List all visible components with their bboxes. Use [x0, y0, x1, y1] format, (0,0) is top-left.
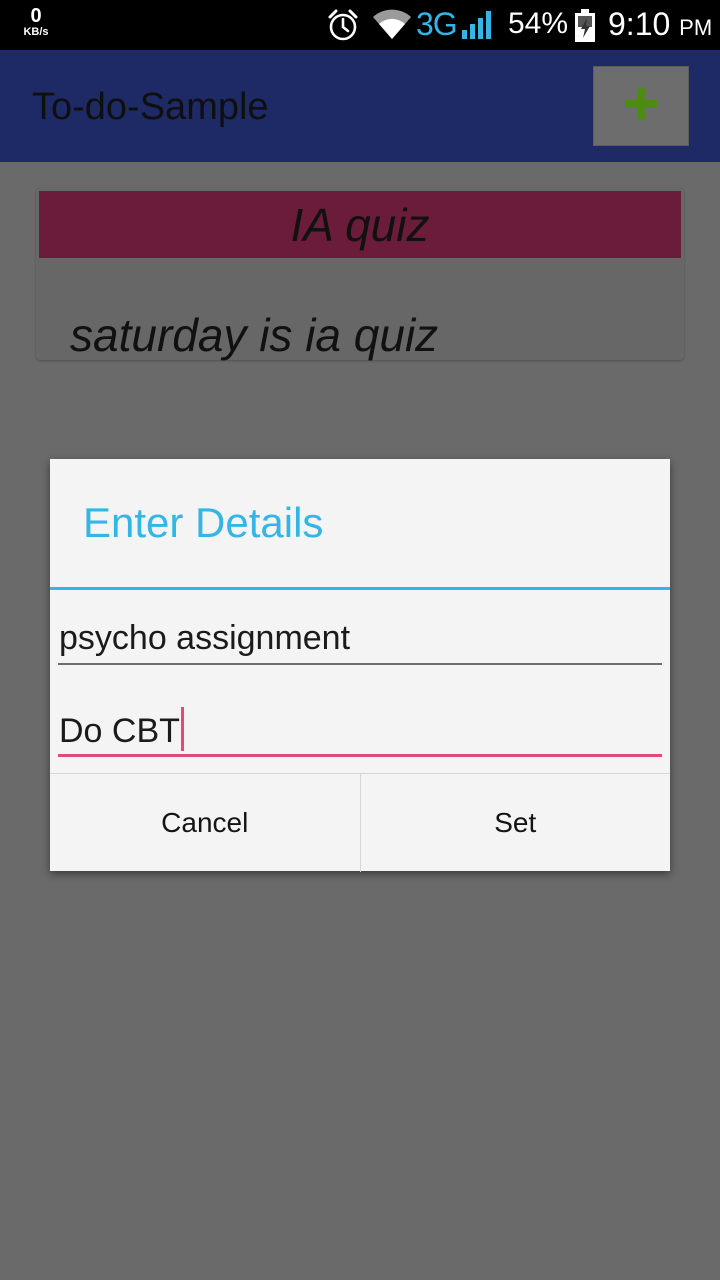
network-type: 3G: [416, 6, 458, 42]
set-button[interactable]: Set: [359, 774, 671, 872]
title-input-value: psycho assignment: [59, 619, 351, 657]
dialog-button-bar: Cancel Set: [50, 773, 670, 872]
add-button[interactable]: [593, 66, 689, 146]
app-title: To-do-Sample: [32, 86, 269, 128]
note-title-bar: IA quiz: [39, 191, 681, 258]
status-bar: 0 KB/s 3G 54% 9:10 PM: [0, 0, 720, 50]
app-bar: To-do-Sample: [0, 50, 720, 162]
network-speed: 0 KB/s: [18, 6, 54, 38]
battery-percent: 54%: [508, 7, 569, 40]
signal-icon: [460, 10, 494, 45]
description-input-text: Do CBT: [59, 707, 184, 755]
clock: 9:10 PM: [608, 6, 712, 43]
dialog-title: Enter Details: [83, 499, 324, 546]
network-speed-unit: KB/s: [23, 26, 49, 38]
plus-icon: [623, 86, 659, 127]
note-card[interactable]: IA quiz saturday is ia quiz: [36, 188, 684, 361]
description-input-value: Do CBT: [59, 711, 180, 750]
enter-details-dialog: Enter Details psycho assignment Do CBT C…: [50, 459, 670, 872]
network-speed-value: 0: [30, 5, 42, 27]
clock-ampm: PM: [679, 15, 713, 40]
title-input[interactable]: psycho assignment: [58, 605, 662, 665]
clock-time: 9:10: [608, 6, 671, 42]
battery-charging-icon: [574, 9, 596, 48]
text-cursor: [180, 707, 184, 751]
note-body: saturday is ia quiz: [70, 309, 439, 361]
description-input[interactable]: Do CBT: [58, 697, 662, 757]
note-title: IA quiz: [290, 198, 430, 251]
wifi-icon: [372, 9, 412, 46]
title-divider: [50, 587, 670, 590]
cancel-button[interactable]: Cancel: [50, 774, 360, 872]
alarm-icon: [326, 8, 360, 47]
